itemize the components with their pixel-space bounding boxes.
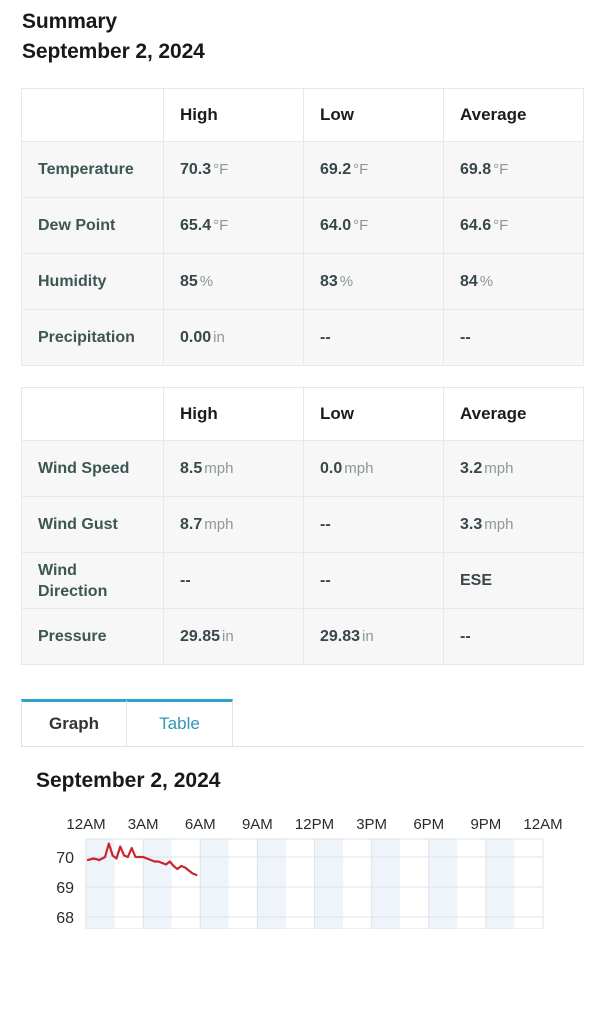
temperature-chart[interactable]: 12AM 3AM 6AM 9AM 12PM 3PM 6PM 9PM 12AM 70 69 68 [36,809,576,929]
table-row: Wind Speed 8.5 mph 0.0 mph 3.2 mph [21,440,584,497]
cell-dew-point-low: 64.0 °F [303,197,444,254]
chart-band [485,839,515,929]
cell-wind-speed-high: 8.5 mph [163,440,304,497]
row-label-wind-gust: Wind Gust [21,496,164,553]
cell-dew-point-high: 65.4 °F [163,197,304,254]
chart-xtick-label: 3AM [128,816,159,833]
chart-xtick-label: 12AM [66,816,105,833]
cell-wind-direction-low: -- [303,552,444,609]
cell-humidity-low: 83% [303,253,444,310]
chart-band [86,839,115,929]
cell-precipitation-average: -- [443,309,584,366]
cell-pressure-high: 29.85 in [163,608,304,665]
chart-xtick-label: 6AM [185,816,216,833]
chart-xtick-label: 12AM [523,816,562,833]
table-header-row: High Low Average [21,88,584,142]
cell-dew-point-average: 64.6 °F [443,197,584,254]
cell-humidity-high: 85% [163,253,304,310]
cell-wind-direction-high: -- [163,552,304,609]
row-label-wind-direction: Wind Direction [21,552,164,609]
cell-precipitation-low: -- [303,309,444,366]
table-row: Dew Point 65.4 °F 64.0 °F 64.6 °F [21,197,584,254]
chart-xtick-label: 12PM [295,816,334,833]
column-header-low: Low [303,88,444,142]
cell-precipitation-high: 0.00 in [163,309,304,366]
table-row: Precipitation 0.00 in -- -- [21,309,584,366]
cell-temperature-low: 69.2 °F [303,141,444,198]
chart-title: September 2, 2024 [36,769,221,792]
row-label-pressure: Pressure [21,608,164,665]
wind-table: High Low Average Wind Speed 8.5 mph 0.0 mp… [21,387,584,665]
tab-table-label: Table [159,714,200,733]
cell-temperature-high: 70.3 °F [163,141,304,198]
table-row: Humidity 85% 83% 84% [21,253,584,310]
cell-wind-direction-average: ESE [443,552,584,609]
tab-graph-label: Graph [48,714,100,733]
chart-panel: September 2, 2024 12AM 3AM 6AM 9AM 12PM 3PM 6P… [0,767,606,929]
row-label-temperature: Temperature [21,141,164,198]
row-label-precipitation: Precipitation [21,309,164,366]
summary-header: Summary September 2, 2024 [0,0,606,67]
chart-band [428,839,458,929]
chart-ytick-label: 70 [56,850,74,867]
cell-wind-gust-low: -- [303,496,444,553]
column-header-blank [21,88,164,142]
chart-svg: 12AM 3AM 6AM 9AM 12PM 3PM 6PM 9PM 12AM 70 69 68 [56,816,563,929]
chart-ytick-label: 69 [56,880,74,897]
cell-pressure-average: -- [443,608,584,665]
chart-band [257,839,286,929]
chart-band [200,839,229,929]
column-header-high: High [163,387,304,441]
row-label-wind-speed: Wind Speed [21,440,164,497]
row-label-dew-point: Dew Point [21,197,164,254]
cell-pressure-low: 29.83 in [303,608,444,665]
table-row: Temperature 70.3 °F 69.2 °F 69.8 °F [21,141,584,198]
chart-band [143,839,172,929]
chart-view-tabs: Graph Table [21,699,584,747]
table-row: Wind Direction -- -- ESE [21,552,584,609]
table-header-row: High Low Average [21,387,584,441]
cell-temperature-average: 69.8 °F [443,141,584,198]
chart-band [314,839,344,929]
chart-xtick-label: 3PM [356,816,387,833]
row-label-humidity: Humidity [21,253,164,310]
table-row: Pressure 29.85 in 29.83 in -- [21,608,584,665]
summary-date: September 2, 2024 [22,40,205,63]
weather-summary-page: Summary September 2, 2024 High Low Avera… [0,0,606,1024]
tab-graph[interactable]: Graph [21,699,127,746]
table-row: Wind Gust 8.7 mph -- 3.3 mph [21,496,584,553]
cell-wind-gust-high: 8.7 mph [163,496,304,553]
column-header-high: High [163,88,304,142]
cell-wind-speed-average: 3.2 mph [443,440,584,497]
chart-xtick-label: 6PM [413,816,444,833]
column-header-low: Low [303,387,444,441]
chart-ytick-label: 68 [56,910,74,927]
chart-xtick-label: 9PM [470,816,501,833]
column-header-blank [21,387,164,441]
tab-table[interactable]: Table [127,699,233,746]
chart-xtick-label: 9AM [242,816,273,833]
cell-humidity-average: 84% [443,253,584,310]
cell-wind-speed-low: 0.0 mph [303,440,444,497]
column-header-average: Average [443,88,584,142]
chart-band [371,839,401,929]
cell-wind-gust-average: 3.3 mph [443,496,584,553]
conditions-table: High Low Average Temperature 70.3 °F 69.2… [21,88,584,366]
column-header-average: Average [443,387,584,441]
page-title: Summary [22,10,118,33]
